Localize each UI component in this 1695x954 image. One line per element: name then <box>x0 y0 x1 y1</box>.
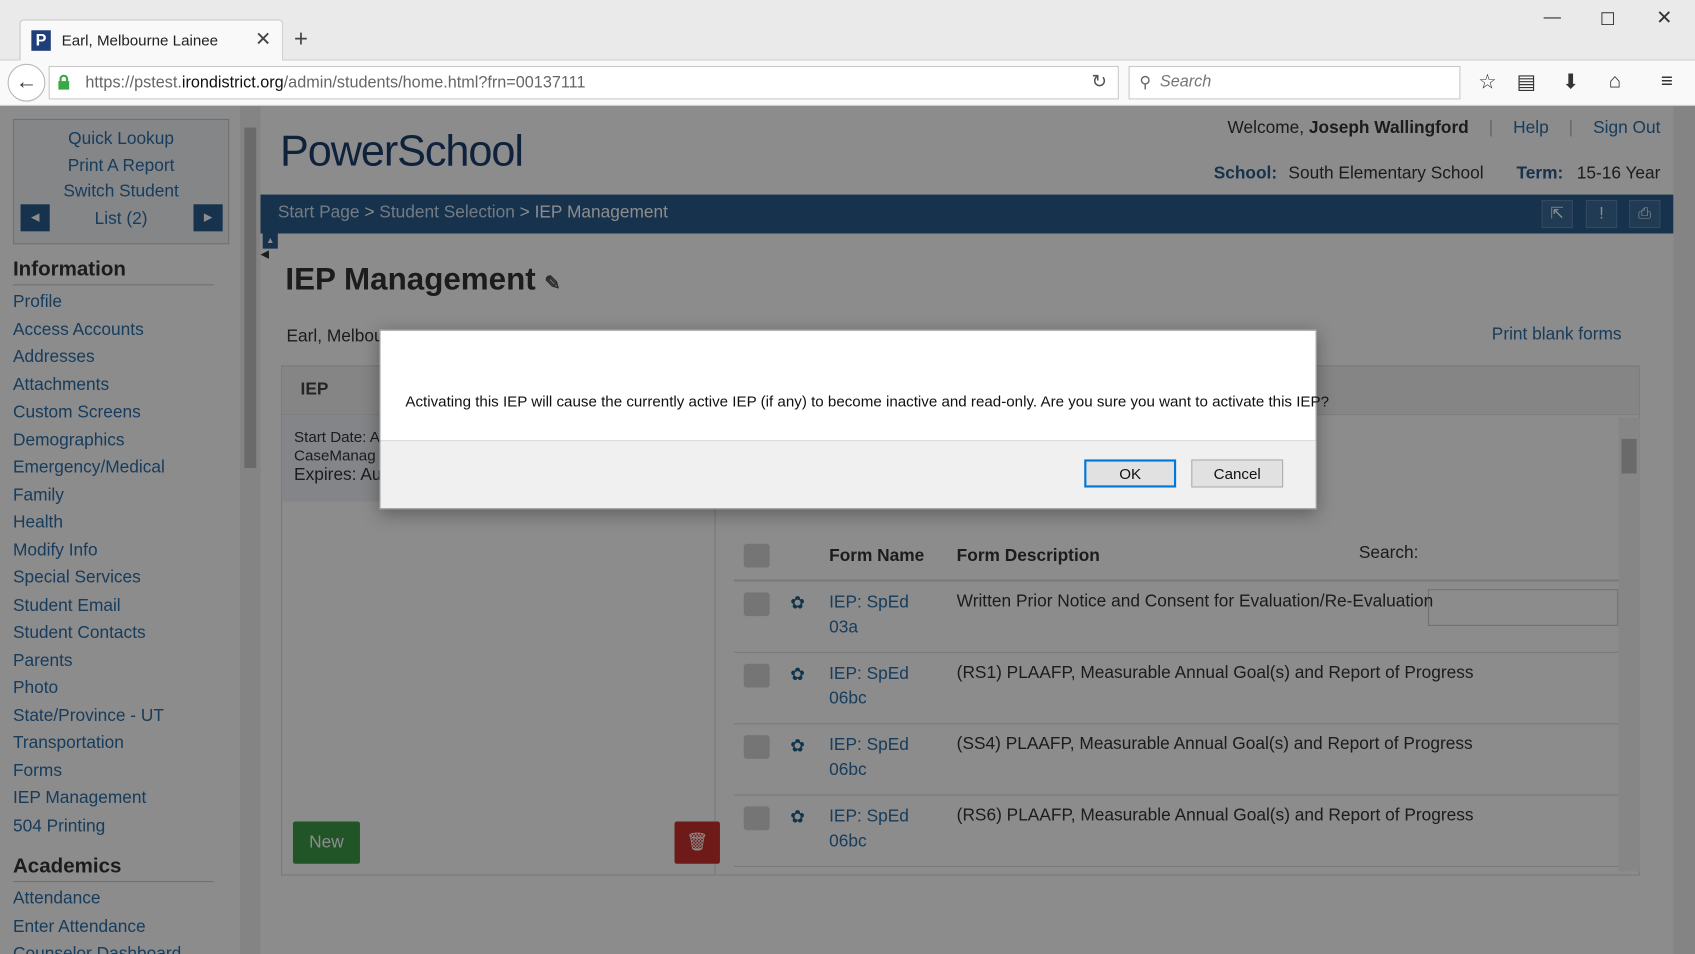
back-arrow-icon[interactable]: ← <box>7 63 46 102</box>
dialog-message: Activating this IEP will cause the curre… <box>405 392 1330 410</box>
menu-icon[interactable]: ≡ <box>1654 70 1680 94</box>
dialog-footer: OK Cancel <box>380 439 1316 509</box>
reload-icon[interactable]: ↻ <box>1092 71 1107 93</box>
minimize-icon[interactable]: — <box>1544 9 1561 28</box>
tab-title: Earl, Melbourne Lainee <box>61 31 219 49</box>
browser-titlebar: P Earl, Melbourne Lainee ✕ + — ☐ ✕ <box>0 0 1695 61</box>
lock-icon <box>58 74 70 90</box>
close-window-icon[interactable]: ✕ <box>1656 6 1672 29</box>
download-icon[interactable]: ⬇ <box>1558 70 1584 95</box>
ok-button[interactable]: OK <box>1084 459 1177 488</box>
confirm-dialog: Activating this IEP will cause the curre… <box>379 329 1329 510</box>
browser-search-box[interactable]: ⚲ <box>1128 65 1461 100</box>
cancel-button[interactable]: Cancel <box>1191 459 1284 488</box>
home-icon[interactable]: ⌂ <box>1602 70 1628 94</box>
new-tab-icon[interactable]: + <box>294 25 308 53</box>
tab-close-icon[interactable]: ✕ <box>255 28 271 51</box>
modal-overlay <box>0 105 1695 954</box>
reading-list-icon[interactable]: ▤ <box>1513 70 1539 95</box>
url-text: https://pstest.irondistrict.org/admin/st… <box>85 73 586 92</box>
browser-tab[interactable]: P Earl, Melbourne Lainee ✕ <box>19 19 284 61</box>
maximize-icon[interactable]: ☐ <box>1600 9 1616 31</box>
browser-navbar: ← https://pstest.irondistrict.org/admin/… <box>0 60 1695 106</box>
browser-search-input[interactable] <box>1159 72 1441 91</box>
address-bar[interactable]: https://pstest.irondistrict.org/admin/st… <box>48 65 1119 100</box>
search-icon: ⚲ <box>1139 73 1152 92</box>
bookmark-star-icon[interactable]: ☆ <box>1474 70 1500 95</box>
powerschool-favicon-icon: P <box>31 30 51 51</box>
